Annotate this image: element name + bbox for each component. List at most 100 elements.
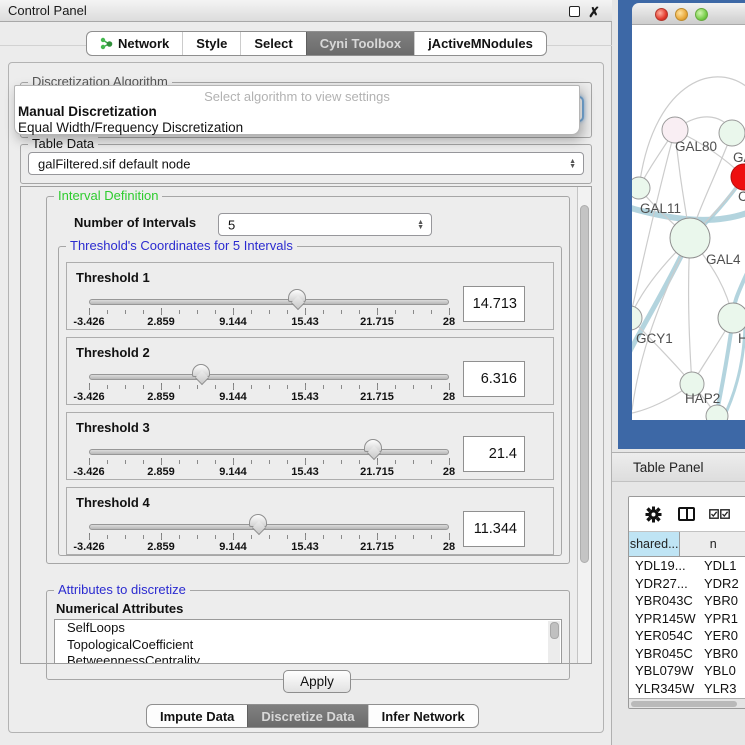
cell-name[interactable]: YDR2 <box>699 575 739 593</box>
threshold-2-label: Threshold 2 <box>76 345 150 360</box>
network-graph <box>632 25 745 420</box>
cell-shared-name[interactable]: YBL079W <box>629 662 699 680</box>
tab-jactivemnodules[interactable]: jActiveMNodules <box>414 32 546 55</box>
column-header-shared-name[interactable]: shared... <box>629 532 680 556</box>
cell-name[interactable]: YER0 <box>699 627 738 645</box>
threshold-3-value-field[interactable]: 21.4 <box>463 436 525 472</box>
cell-name[interactable]: YBR0 <box>699 592 738 610</box>
gear-icon[interactable] <box>645 506 662 523</box>
scale-tick-label: 2.859 <box>147 541 175 553</box>
cell-shared-name[interactable]: YER054C <box>629 627 699 645</box>
table-row[interactable]: YER054CYER0 <box>629 627 745 645</box>
table-row[interactable]: YDR27...YDR2 <box>629 575 745 593</box>
cell-name[interactable]: YLR3 <box>699 680 737 698</box>
cell-shared-name[interactable]: YPR145W <box>629 610 699 628</box>
tab-impute-data[interactable]: Impute Data <box>147 705 247 727</box>
cell-name[interactable]: YBR0 <box>699 645 738 663</box>
node-gal4[interactable] <box>670 218 710 258</box>
tab-discretize-data[interactable]: Discretize Data <box>247 705 367 727</box>
settings-vertical-scrollbar[interactable] <box>577 187 591 663</box>
table-data-combobox-value: galFiltered.sif default node <box>38 156 190 171</box>
node-ga[interactable] <box>719 120 745 146</box>
cell-name[interactable]: YBL0 <box>699 662 736 680</box>
tab-cyni-toolbox[interactable]: Cyni Toolbox <box>306 32 414 55</box>
close-icon[interactable]: ✗ <box>588 2 600 23</box>
table-row[interactable]: YPR145WYPR1 <box>629 610 745 628</box>
cell-shared-name[interactable]: YDL19... <box>629 557 699 575</box>
threshold-4-panel: Threshold 4 -3.426 2.859 9.144 15.43 21.… <box>66 487 554 555</box>
tab-infer-network-label: Infer Network <box>382 709 465 724</box>
tab-infer-network[interactable]: Infer Network <box>368 705 478 727</box>
algorithm-option-manual[interactable]: Manual Discretization <box>15 104 579 120</box>
minimize-traffic-light-icon[interactable] <box>675 8 688 21</box>
threshold-3-panel: Threshold 3 -3.426 2.859 9.144 15.43 21.… <box>66 412 554 480</box>
threshold-2-panel: Threshold 2 -3.426 2.859 9.144 15.43 21.… <box>66 337 554 405</box>
table-row[interactable]: YBL079WYBL0 <box>629 662 745 680</box>
node-label-gal80: GAL80 <box>675 139 717 154</box>
cell-name[interactable]: YDL1 <box>699 557 737 575</box>
split-columns-icon[interactable] <box>678 507 695 521</box>
table-row[interactable]: YLR345WYLR3 <box>629 680 745 698</box>
threshold-1-slider-thumb[interactable] <box>288 289 306 302</box>
close-traffic-light-icon[interactable] <box>655 8 668 21</box>
scale-tick-label: 2.859 <box>147 391 175 403</box>
node-h[interactable] <box>718 303 745 333</box>
threshold-1-slider-track[interactable] <box>89 299 449 305</box>
node-bottom-partial[interactable] <box>706 405 728 420</box>
threshold-1-value-field[interactable]: 14.713 <box>463 286 525 322</box>
threshold-1-label: Threshold 1 <box>76 270 150 285</box>
cell-shared-name[interactable]: YLR345W <box>629 680 699 698</box>
table-data-combobox[interactable]: galFiltered.sif default node ▲▼ <box>28 152 584 175</box>
scale-tick-label: 15.43 <box>291 466 319 478</box>
scale-tick-label: -3.426 <box>73 541 104 553</box>
threshold-3-slider-track[interactable] <box>89 449 449 455</box>
threshold-4-slider-thumb[interactable] <box>249 514 267 527</box>
table-row[interactable]: YDL19...YDL1 <box>629 557 745 575</box>
tab-style[interactable]: Style <box>182 32 240 55</box>
number-of-intervals-combobox[interactable]: 5 ▲▼ <box>218 213 432 236</box>
list-item[interactable]: TopologicalCoefficient <box>55 637 561 654</box>
cell-name[interactable]: YPR1 <box>699 610 738 628</box>
node-label-ga: GA <box>733 150 745 165</box>
float-window-icon[interactable] <box>569 6 580 17</box>
threshold-2-slider-thumb[interactable] <box>192 364 210 377</box>
table-horizontal-scrollbar[interactable] <box>629 698 745 708</box>
list-item[interactable]: BetweennessCentrality <box>55 653 561 664</box>
column-visibility-checkboxes-icon[interactable] <box>709 509 730 519</box>
threshold-2-slider-track[interactable] <box>89 374 449 380</box>
threshold-2-value-field[interactable]: 6.316 <box>463 361 525 397</box>
node-red-selected[interactable] <box>731 164 745 190</box>
tab-select[interactable]: Select <box>240 32 305 55</box>
threshold-1-panel: Threshold 1 -3.426 2.859 9.144 15.43 21.… <box>66 262 554 330</box>
tab-network-label: Network <box>118 36 169 51</box>
list-item[interactable]: SelfLoops <box>55 620 561 637</box>
node-label-hap2: HAP2 <box>685 391 720 406</box>
zoom-traffic-light-icon[interactable] <box>695 8 708 21</box>
control-panel: Control Panel ✗ Network Style Select Cyn… <box>0 0 612 745</box>
threshold-3-slider-thumb[interactable] <box>364 439 382 452</box>
threshold-4-slider-track[interactable] <box>89 524 449 530</box>
tab-style-label: Style <box>196 36 227 51</box>
scrollbar-thumb[interactable] <box>580 205 589 563</box>
tab-network[interactable]: Network <box>87 32 182 55</box>
cell-shared-name[interactable]: YBR045C <box>629 645 699 663</box>
table-row[interactable]: YBR045CYBR0 <box>629 645 745 663</box>
scale-tick-label: 9.144 <box>219 391 247 403</box>
scrollbar-thumb[interactable] <box>550 622 559 639</box>
node-gal11[interactable] <box>632 177 650 199</box>
network-window-titlebar[interactable] <box>632 3 745 25</box>
attributes-list-scrollbar[interactable] <box>548 621 560 664</box>
algorithm-option-equal-width[interactable]: Equal Width/Frequency Discretization <box>15 120 579 136</box>
cell-shared-name[interactable]: YBR043C <box>629 592 699 610</box>
control-panel-titlebar: Control Panel ✗ <box>0 0 612 22</box>
tab-cyni-toolbox-label: Cyni Toolbox <box>320 36 401 51</box>
scale-tick-label: 28 <box>443 391 455 403</box>
scrollbar-thumb[interactable] <box>631 701 737 708</box>
column-header-name[interactable]: n <box>680 532 745 556</box>
network-canvas[interactable]: GAL80 GA C GAL11 GAL4 GCY1 H HAP2 <box>632 25 745 420</box>
cell-shared-name[interactable]: YDR27... <box>629 575 699 593</box>
numerical-attributes-label: Numerical Attributes <box>56 601 183 616</box>
table-row[interactable]: YBR043CYBR0 <box>629 592 745 610</box>
threshold-4-value-field[interactable]: 11.344 <box>463 511 525 547</box>
apply-button[interactable]: Apply <box>283 670 351 693</box>
